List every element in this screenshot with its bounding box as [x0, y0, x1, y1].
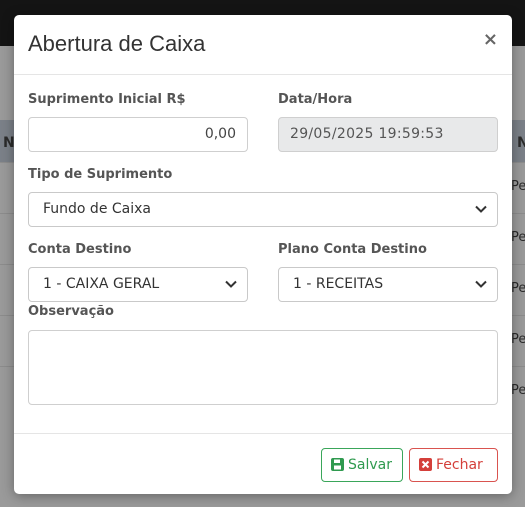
background-cell: Pe — [511, 281, 525, 296]
chevron-down-icon — [225, 280, 237, 288]
modal-title: Abertura de Caixa — [28, 31, 206, 56]
observacao-textarea[interactable] — [28, 330, 498, 405]
suprimento-input[interactable]: 0,00 — [28, 117, 248, 152]
tipo-suprimento-label: Tipo de Suprimento — [28, 167, 173, 182]
plano-conta-select[interactable]: 1 - RECEITAS — [278, 267, 498, 302]
floppy-disk-icon — [331, 458, 344, 471]
conta-destino-value: 1 - CAIXA GERAL — [43, 276, 160, 292]
save-button-label: Salvar — [348, 457, 392, 473]
tipo-suprimento-value: Fundo de Caixa — [43, 201, 151, 217]
abertura-caixa-modal: Abertura de Caixa × Suprimento Inicial R… — [14, 15, 512, 494]
background-header-left: N — [3, 135, 15, 151]
chevron-down-icon — [475, 280, 487, 288]
background-cell: Pe — [511, 383, 525, 398]
plano-conta-label: Plano Conta Destino — [278, 242, 427, 257]
x-square-icon — [419, 458, 432, 471]
suprimento-label: Suprimento Inicial R$ — [28, 92, 186, 107]
observacao-label: Observação — [28, 304, 114, 319]
tipo-suprimento-select[interactable]: Fundo de Caixa — [28, 192, 498, 227]
close-icon[interactable]: × — [483, 29, 498, 50]
conta-destino-select[interactable]: 1 - CAIXA GERAL — [28, 267, 248, 302]
modal-header: Abertura de Caixa × — [14, 15, 512, 75]
background-header-right: N — [517, 135, 525, 151]
background-cell: Pe — [511, 230, 525, 245]
save-button[interactable]: Salvar — [321, 448, 403, 482]
chevron-down-icon — [475, 205, 487, 213]
background-cell: Pe — [511, 332, 525, 347]
close-button[interactable]: Fechar — [409, 448, 498, 482]
modal-footer: Salvar Fechar — [14, 433, 512, 494]
plano-conta-value: 1 - RECEITAS — [293, 276, 384, 292]
background-cell: Pe — [511, 179, 525, 194]
datahora-label: Data/Hora — [278, 92, 353, 107]
close-button-label: Fechar — [436, 457, 483, 473]
datahora-field: 29/05/2025 19:59:53 — [278, 117, 498, 152]
conta-destino-label: Conta Destino — [28, 242, 132, 257]
